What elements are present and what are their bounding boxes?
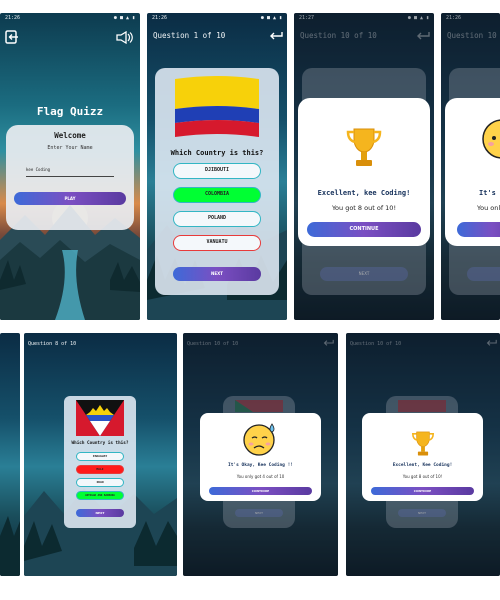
option-paraguay[interactable]: PARAGUAY	[76, 452, 124, 461]
app-title: Flag Quizz	[36, 105, 104, 118]
continue-button[interactable]	[457, 222, 500, 237]
status-bar: 21:26 ● ■ ▲ ▮	[147, 13, 287, 23]
next-button[interactable]: NEXT	[76, 509, 124, 517]
result-title: It's Okay,	[479, 189, 500, 197]
status-bar: 21:26 ● ■ ▲ ▮	[0, 13, 140, 23]
continue-button[interactable]: CONTINUE	[371, 487, 474, 495]
result-title: Excellent, kee Coding!	[317, 189, 411, 197]
screen-result-excellent-small: Question 10 of 10 NEXT Excellent, Kee Co…	[346, 333, 500, 576]
name-input[interactable]: kee Coding	[26, 167, 114, 177]
continue-button[interactable]: CONTINUE	[209, 487, 312, 495]
question-prompt: Which Country is this?	[71, 441, 129, 446]
enter-name-label: Enter Your Name	[47, 145, 93, 151]
option-mali[interactable]: MALI	[76, 465, 124, 474]
screen-result-excellent: 21:27 ● ■ ▲ ▮ Question 10 of 10 NEXT Exce…	[294, 13, 434, 320]
next-button[interactable]: NEXT	[173, 267, 261, 281]
status-time: 21:26	[152, 15, 168, 21]
result-title: It's Okay, Kee Coding !!	[227, 463, 294, 468]
continue-button[interactable]: CONTINUE	[307, 222, 421, 237]
screen-result-okay-partial: 21:26 Question 10 of It's Okay, You only	[441, 13, 500, 320]
option-colombia[interactable]: COLOMBIA	[173, 187, 261, 203]
option-antigua-and-barbuda[interactable]: ANTIGUA AND BARBUDA	[76, 491, 124, 500]
name-input-value: kee Coding	[26, 167, 51, 172]
result-dialog: Excellent, Kee Coding! You got 8 out of …	[362, 413, 483, 501]
screen-result-okay: Question 10 of 10 NEXT It's Okay, Kee Co…	[183, 333, 338, 576]
option-vanuatu[interactable]: VANUATU	[173, 235, 261, 251]
question-counter: Question 1 of 10	[153, 31, 226, 40]
screen-welcome: 21:26 ● ■ ▲ ▮ Flag Quizz Welcome Enter Yo…	[0, 13, 140, 320]
result-score: You only got 4 out of 10	[236, 474, 285, 479]
welcome-card: Welcome Enter Your Name kee Coding PLAY	[6, 125, 134, 230]
speaker-icon[interactable]	[116, 31, 134, 44]
option-djibouti[interactable]: DJIBOUTI	[173, 163, 261, 179]
play-button[interactable]: PLAY	[14, 192, 126, 205]
option-iran[interactable]: IRAN	[76, 478, 124, 487]
status-icons: ● ■ ▲ ▮	[113, 15, 135, 21]
sad-face-icon	[482, 119, 500, 159]
welcome-heading: Welcome	[54, 131, 86, 140]
result-dialog: It's Okay, You only	[445, 98, 500, 246]
result-score: You got 8 out of 10!	[402, 474, 443, 479]
status-icons: ● ■ ▲ ▮	[260, 15, 282, 21]
sad-face-icon	[243, 423, 275, 456]
flag-colombia-image	[175, 76, 259, 137]
result-dialog: It's Okay, Kee Coding !! You only got 4 …	[200, 413, 321, 501]
trophy-icon	[412, 431, 434, 456]
result-title: Excellent, Kee Coding!	[392, 463, 453, 468]
exit-icon[interactable]	[5, 30, 19, 44]
result-score: You only	[477, 204, 500, 212]
screen-sliver-left	[0, 333, 20, 576]
question-card: Which Country is this? DJIBOUTI COLOMBIA…	[155, 68, 279, 295]
status-time: 21:26	[5, 15, 21, 21]
trophy-icon	[346, 128, 382, 166]
question-counter: Question 8 of 10	[28, 341, 77, 347]
return-arrow-icon[interactable]	[269, 31, 283, 41]
forest-illustration	[0, 516, 20, 576]
option-poland[interactable]: POLAND	[173, 211, 261, 227]
screen-question-1: 21:26 ● ■ ▲ ▮ Question 1 of 10 Which Coun…	[147, 13, 287, 320]
result-score: You got 8 out of 10!	[331, 204, 397, 212]
question-card: Which Country is this? PARAGUAY MALI IRA…	[64, 396, 136, 528]
screen-question-8: Question 8 of 10 Which Country is this? …	[24, 333, 177, 576]
question-prompt: Which Country is this?	[170, 149, 264, 157]
result-dialog: Excellent, kee Coding! You got 8 out of …	[298, 98, 430, 246]
flag-antigua-and-barbuda-image	[76, 400, 124, 436]
